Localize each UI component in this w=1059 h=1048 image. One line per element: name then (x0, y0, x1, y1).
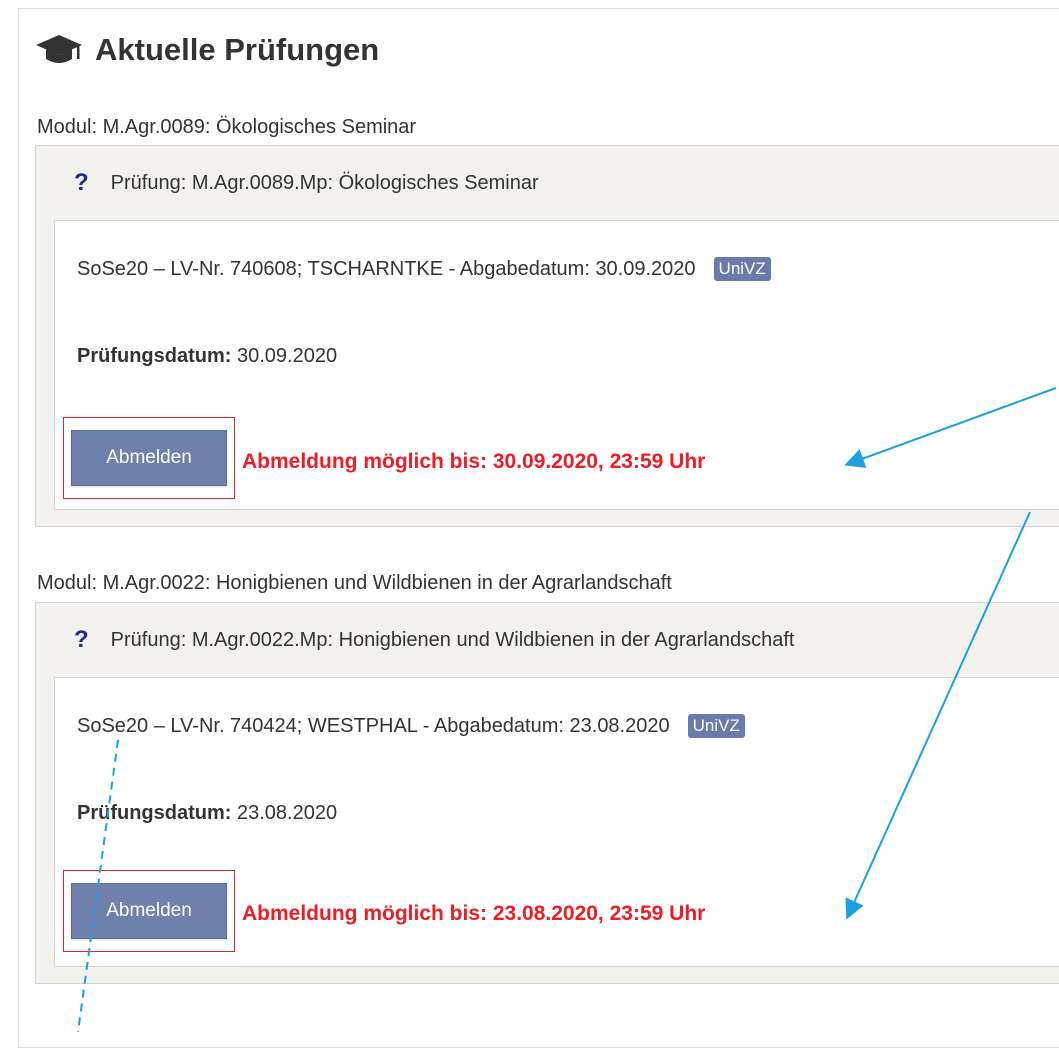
exam-date-value: 23.08.2020 (237, 802, 338, 824)
abmelden-button[interactable]: Abmelden (71, 883, 227, 939)
graduation-cap-icon (35, 33, 83, 67)
exam-date-label: Prüfungsdatum: (77, 802, 232, 824)
page-title-text: Aktuelle Prüfungen (95, 32, 380, 67)
exam-title: Prüfung: M.Agr.0089.Mp: Ökologisches Sem… (110, 171, 539, 194)
course-info-text: SoSe20 – LV-Nr. 740424; WESTPHAL - Abgab… (77, 714, 670, 737)
deadline-text: Abmeldung möglich bis: 30.09.2020, 23:59… (242, 450, 706, 473)
deadline-text: Abmeldung möglich bis: 23.08.2020, 23:59… (242, 902, 706, 925)
module-label: Modul: M.Agr.0089: Ökologisches Seminar (37, 116, 417, 138)
exam-header: ? Prüfung: M.Agr.0022.Mp: Honigbienen un… (74, 603, 794, 677)
module-label: Modul: M.Agr.0022: Honigbienen und Wildb… (37, 572, 672, 594)
exam-date: Prüfungsdatum: 30.09.2020 (77, 345, 337, 368)
question-icon[interactable]: ? (74, 626, 89, 654)
question-icon[interactable]: ? (74, 169, 89, 197)
univz-badge[interactable]: UniVZ (687, 714, 745, 738)
exam-date: Prüfungsdatum: 23.08.2020 (77, 802, 337, 825)
exam-header: ? Prüfung: M.Agr.0089.Mp: Ökologisches S… (74, 146, 539, 220)
page-title: Aktuelle Prüfungen (35, 28, 379, 72)
univz-badge[interactable]: UniVZ (713, 257, 771, 281)
course-info: SoSe20 – LV-Nr. 740424; WESTPHAL - Abgab… (77, 714, 745, 738)
course-info: SoSe20 – LV-Nr. 740608; TSCHARNTKE - Abg… (77, 257, 771, 281)
exam-date-label: Prüfungsdatum: (77, 345, 232, 367)
abmelden-button[interactable]: Abmelden (71, 430, 227, 486)
exam-title: Prüfung: M.Agr.0022.Mp: Honigbienen und … (110, 628, 795, 651)
exam-date-value: 30.09.2020 (237, 345, 338, 367)
course-info-text: SoSe20 – LV-Nr. 740608; TSCHARNTKE - Abg… (77, 257, 696, 280)
